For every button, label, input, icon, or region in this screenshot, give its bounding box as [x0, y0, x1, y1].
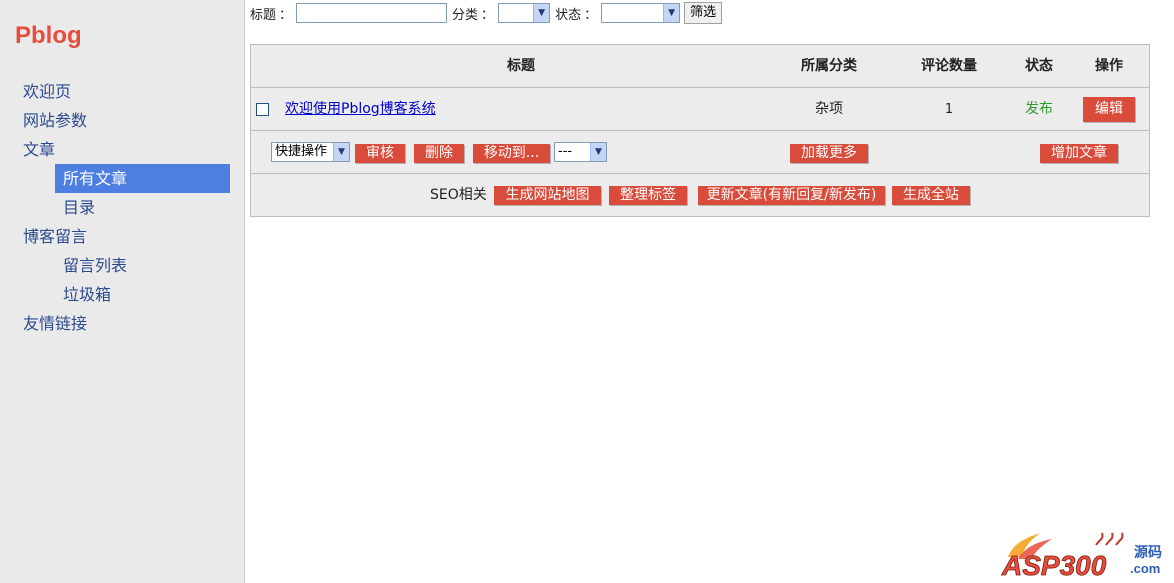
sidebar-item-all-articles[interactable]: 所有文章 [55, 164, 230, 193]
sidebar-item-trash[interactable]: 垃圾箱 [0, 280, 245, 309]
status-filter-colon: ： [584, 7, 598, 23]
filter-button[interactable]: 筛选 [684, 2, 723, 24]
column-header-actions: 操作 [1095, 58, 1123, 74]
sidebar-item-site-settings[interactable]: 网站参数 [0, 106, 245, 135]
article-comment-count: 1 [944, 102, 954, 117]
move-to-button[interactable]: 移动到... [473, 144, 550, 163]
article-status: 发布 [1025, 101, 1053, 117]
seo-row: SEO相关 生成网站地图 整理标签 更新文章(有新回复/新发布) 生成全站 [251, 174, 1149, 216]
asp300-watermark: ASP300 源码 .com [1000, 527, 1170, 581]
article-title-link[interactable]: 欢迎使用Pblog博客系统 [285, 88, 436, 131]
title-filter-label: 标题 [250, 7, 277, 23]
seo-label: SEO相关 [430, 187, 487, 203]
sidebar-item-welcome[interactable]: 欢迎页 [0, 77, 245, 106]
delete-button[interactable]: 删除 [414, 144, 464, 163]
column-header-title: 标题 [507, 58, 535, 74]
update-articles-button[interactable]: 更新文章(有新回复/新发布) [698, 186, 885, 205]
row-checkbox[interactable] [256, 103, 269, 116]
sidebar-item-friend-links[interactable]: 友情链接 [0, 309, 245, 338]
sidebar-item-guestbook[interactable]: 博客留言 [0, 222, 245, 251]
category-filter-colon: ： [481, 7, 495, 23]
table-header: 标题 所属分类 评论数量 状态 操作 [251, 45, 1149, 88]
chevron-down-icon: ▼ [590, 143, 606, 161]
sidebar-nav: 欢迎页 网站参数 文章 所有文章 目录 博客留言 留言列表 垃圾箱 友情链接 [0, 77, 245, 338]
add-article-button[interactable]: 增加文章 [1040, 144, 1118, 163]
generate-sitemap-button[interactable]: 生成网站地图 [494, 186, 601, 205]
chevron-down-icon: ▼ [533, 4, 550, 22]
bulk-actions-row: 快捷操作 ▼ 审核 删除 移动到... --- ▼ 加载更多 增加文章 [251, 131, 1149, 174]
title-filter-colon: ： [279, 7, 293, 23]
edit-button[interactable]: 编辑 [1083, 97, 1135, 122]
article-table: 标题 所属分类 评论数量 状态 操作 欢迎使用Pblog博客系统 杂项 1 发布… [250, 44, 1150, 217]
load-more-button[interactable]: 加载更多 [790, 144, 868, 163]
quick-action-value: 快捷操作 [275, 144, 328, 159]
watermark-logo: ASP300 源码 .com [1001, 532, 1162, 581]
generate-site-button[interactable]: 生成全站 [892, 186, 970, 205]
move-target-value: --- [558, 144, 573, 159]
column-header-comments: 评论数量 [921, 58, 977, 74]
category-filter-label: 分类 [452, 7, 479, 23]
status-filter-select[interactable]: ▼ [601, 3, 681, 23]
sidebar: Pblog 欢迎页 网站参数 文章 所有文章 目录 博客留言 留言列表 垃圾箱 … [0, 0, 245, 583]
watermark-text: ASP300 [1001, 550, 1107, 579]
review-button[interactable]: 审核 [355, 144, 405, 163]
sidebar-item-message-list[interactable]: 留言列表 [0, 251, 245, 280]
move-target-select[interactable]: --- ▼ [554, 142, 607, 162]
logo[interactable]: Pblog [15, 22, 82, 50]
status-filter-label: 状态 [555, 7, 582, 23]
column-header-category: 所属分类 [801, 58, 857, 74]
title-filter-input[interactable] [296, 3, 448, 23]
column-header-status: 状态 [1025, 58, 1053, 74]
article-category: 杂项 [815, 101, 843, 117]
sidebar-item-directory[interactable]: 目录 [0, 193, 245, 222]
chevron-down-icon: ▼ [663, 4, 680, 22]
chevron-down-icon: ▼ [333, 143, 349, 161]
watermark-suffix: 源码 [1134, 544, 1162, 561]
quick-action-select[interactable]: 快捷操作 ▼ [271, 142, 350, 162]
sidebar-item-articles[interactable]: 文章 [0, 135, 245, 164]
category-filter-select[interactable]: ▼ [498, 3, 551, 23]
table-row: 欢迎使用Pblog博客系统 杂项 1 发布 编辑 [251, 88, 1149, 131]
organize-tags-button[interactable]: 整理标签 [609, 186, 687, 205]
watermark-domain: .com [1130, 561, 1160, 576]
filter-bar: 标题 ： 分类 ： ▼ 状态 ： ▼ 筛选 [250, 1, 723, 25]
